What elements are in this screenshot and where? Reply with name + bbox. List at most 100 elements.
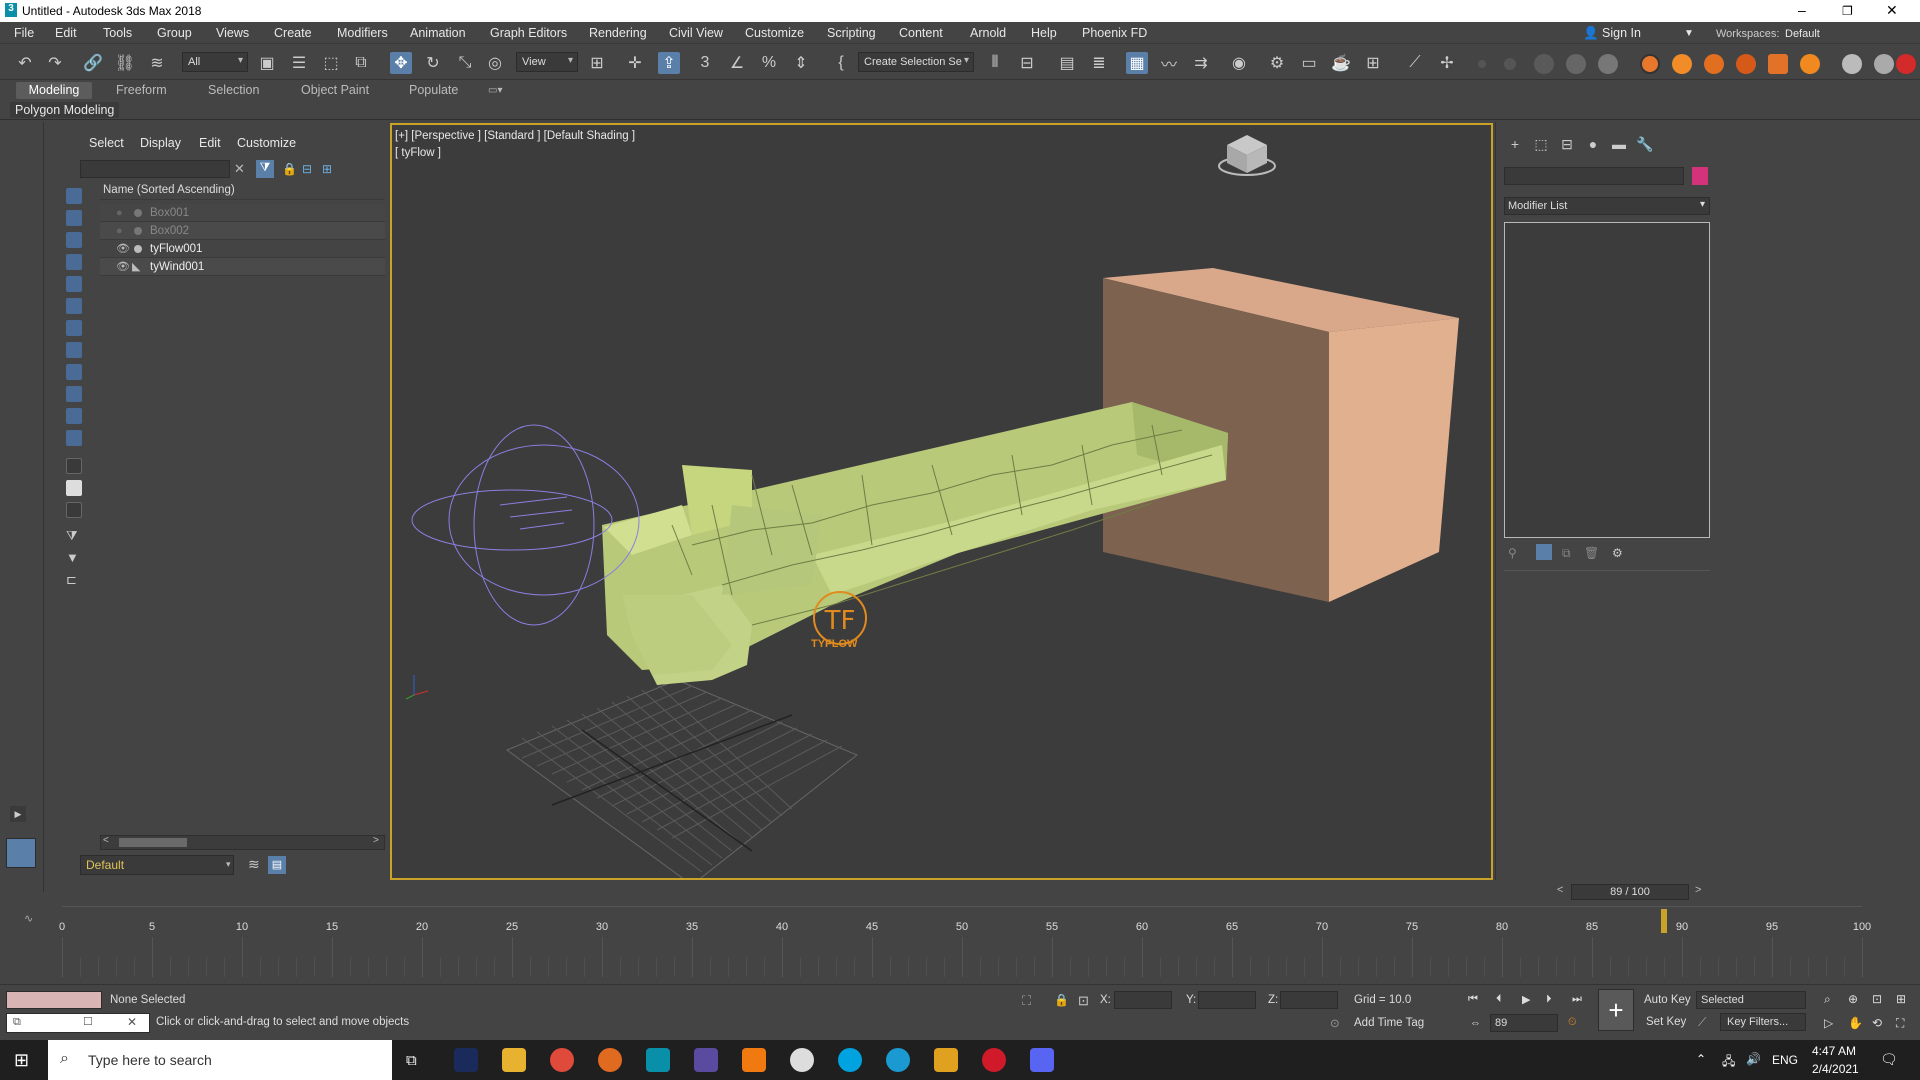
sphere-icon[interactable] bbox=[1566, 54, 1586, 74]
motion-tab-icon[interactable]: ● bbox=[1584, 136, 1602, 154]
globe-icon[interactable] bbox=[1842, 54, 1862, 74]
plus-tool-icon[interactable]: ✢ bbox=[1436, 52, 1458, 74]
show-end-result-icon[interactable] bbox=[1536, 544, 1552, 560]
isolate-icon[interactable]: ⛶ bbox=[1022, 993, 1031, 1009]
pan-icon[interactable]: ✋ bbox=[1848, 1016, 1863, 1030]
renderable-icon[interactable] bbox=[134, 245, 142, 253]
skype-icon[interactable] bbox=[838, 1048, 862, 1072]
task-view-icon[interactable]: ⧉ bbox=[406, 1052, 417, 1069]
ribbon-tab-freeform[interactable]: Freeform bbox=[110, 82, 173, 99]
pin-stack-icon[interactable]: ⚲ bbox=[1508, 546, 1517, 560]
ribbon-tab-populate[interactable]: Populate bbox=[403, 82, 464, 99]
menu-customize[interactable]: Customize bbox=[745, 26, 804, 40]
lock-icon[interactable]: 🔒 bbox=[282, 162, 297, 176]
pivot-center-icon[interactable]: ⊞ bbox=[586, 52, 608, 74]
menu-help[interactable]: Help bbox=[1031, 26, 1057, 40]
make-unique-icon[interactable]: ⧉ bbox=[1562, 546, 1571, 561]
named-selection-set-dropdown[interactable]: Create Selection Se bbox=[858, 52, 974, 72]
sphere-small-icon[interactable] bbox=[1504, 58, 1516, 70]
material-editor-icon[interactable]: ◉ bbox=[1228, 52, 1250, 74]
menu-group[interactable]: Group bbox=[157, 26, 192, 40]
mirror-icon[interactable]: ⫴ bbox=[984, 52, 1006, 74]
undo-icon[interactable]: ↶ bbox=[14, 52, 36, 74]
menu-modifiers[interactable]: Modifiers bbox=[337, 26, 388, 40]
x-coordinate-field[interactable] bbox=[1114, 991, 1172, 1009]
sphere-icon[interactable] bbox=[1534, 54, 1554, 74]
display-containers-icon[interactable] bbox=[66, 386, 82, 402]
menu-create[interactable]: Create bbox=[274, 26, 312, 40]
go-to-start-icon[interactable]: ⏮ bbox=[1468, 993, 1478, 1006]
menu-phoenix-fd[interactable]: Phoenix FD bbox=[1082, 26, 1147, 40]
scrollbar-thumb[interactable] bbox=[119, 838, 187, 847]
spinner-snap-icon[interactable]: ⇕ bbox=[790, 52, 812, 74]
next-frame-icon[interactable]: > bbox=[1695, 884, 1701, 896]
zoom-icon[interactable]: ⌕ bbox=[1824, 992, 1831, 1007]
minimize-button[interactable]: – bbox=[1798, 2, 1806, 18]
create-tab-icon[interactable]: + bbox=[1506, 136, 1524, 154]
clear-search-icon[interactable]: ✕ bbox=[234, 161, 245, 177]
visibility-icon[interactable]: ● bbox=[116, 204, 123, 222]
display-shapes-icon[interactable] bbox=[66, 210, 82, 226]
select-and-move-icon[interactable]: ✥ bbox=[390, 52, 412, 74]
chevron-down-icon[interactable]: ▾ bbox=[226, 859, 231, 870]
select-and-place-icon[interactable]: ◎ bbox=[484, 52, 506, 74]
clock-date[interactable]: 2/4/2021 bbox=[1812, 1062, 1859, 1076]
schematic-view-icon[interactable]: ⇉ bbox=[1190, 52, 1212, 74]
layer-explorer-icon[interactable]: ▤ bbox=[268, 856, 286, 874]
chevron-down-icon[interactable]: ▼ bbox=[1684, 28, 1694, 39]
timeline-ruler[interactable]: 0 5 10 15 20 25 30 35 40 45 50 55 60 65 70 75 80 85 90 95 10… bbox=[59, 906, 1871, 977]
firefox-icon[interactable] bbox=[598, 1048, 622, 1072]
configure-sets-icon[interactable]: ⚙ bbox=[1612, 546, 1623, 560]
object-name-input[interactable] bbox=[1504, 167, 1684, 185]
volume-icon[interactable]: 🔊 bbox=[1746, 1052, 1761, 1066]
modify-tab-icon[interactable]: ⬚ bbox=[1532, 136, 1550, 154]
scene-tab-select[interactable]: Select bbox=[89, 136, 124, 150]
key-mode-dropdown[interactable]: Selected bbox=[1696, 991, 1806, 1009]
scene-search-input[interactable] bbox=[80, 160, 230, 178]
selection-filter-dropdown[interactable]: All bbox=[182, 52, 248, 72]
display-xrefs-icon[interactable] bbox=[66, 342, 82, 358]
snaps-toggle-icon[interactable]: 3 bbox=[694, 52, 716, 74]
key-filters-button[interactable]: Key Filters... bbox=[1720, 1013, 1806, 1031]
list-item[interactable]: ● Box001 bbox=[100, 204, 385, 222]
orbit-icon[interactable]: ⟲ bbox=[1872, 1016, 1882, 1030]
menu-civil-view[interactable]: Civil View bbox=[669, 26, 723, 40]
scroll-left-icon[interactable]: < bbox=[103, 835, 109, 846]
eye-icon[interactable]: 👁 bbox=[116, 240, 130, 258]
wind-icon[interactable]: ◣ bbox=[132, 258, 140, 276]
language-indicator[interactable]: ENG bbox=[1772, 1053, 1798, 1067]
previous-frame-icon[interactable]: ⏴ bbox=[1496, 993, 1502, 1006]
renderable-icon[interactable] bbox=[134, 209, 142, 217]
auto-key-button[interactable]: Auto Key bbox=[1644, 994, 1691, 1006]
layer-explorer-icon[interactable]: ≣ bbox=[1088, 52, 1110, 74]
curve-editor-mini-icon[interactable]: ∿ bbox=[24, 912, 33, 925]
edit-named-selection-icon[interactable]: { bbox=[830, 52, 852, 74]
hierarchy-tab-icon[interactable]: ⊟ bbox=[1558, 136, 1576, 154]
select-object-icon[interactable]: ▣ bbox=[256, 52, 278, 74]
prev-frame-icon[interactable]: < bbox=[1557, 884, 1563, 896]
edge-icon[interactable] bbox=[886, 1048, 910, 1072]
viewcube[interactable] bbox=[1218, 135, 1276, 176]
arnold-tool-icon[interactable]: ⟋ bbox=[1404, 52, 1426, 74]
file-explorer-icon[interactable] bbox=[502, 1048, 526, 1072]
y-coordinate-field[interactable] bbox=[1198, 991, 1256, 1009]
key-mode-icon[interactable]: ⇔ bbox=[1470, 1017, 1481, 1029]
display-hidden-icon[interactable] bbox=[66, 430, 82, 446]
rectangular-selection-icon[interactable]: ⬚ bbox=[320, 52, 342, 74]
tray-chevron-icon[interactable]: ⌃ bbox=[1696, 1052, 1706, 1066]
opera-icon[interactable] bbox=[982, 1048, 1006, 1072]
render-in-cloud-icon[interactable]: ⊞ bbox=[1362, 52, 1384, 74]
list-item[interactable]: ● Box002 bbox=[100, 222, 385, 240]
redo-icon[interactable]: ↷ bbox=[44, 52, 66, 74]
layers-icon[interactable]: ≋ bbox=[248, 856, 260, 873]
ribbon-tab-modeling[interactable]: Modeling bbox=[16, 82, 92, 99]
maxscript-mini-listener[interactable] bbox=[6, 991, 102, 1009]
list-item[interactable]: 👁 tyFlow001 bbox=[100, 240, 385, 258]
go-to-end-icon[interactable]: ⏭ bbox=[1572, 993, 1582, 1006]
find-icon[interactable]: ⊏ bbox=[66, 572, 77, 588]
zoom-extents-icon[interactable]: ⊡ bbox=[1872, 992, 1882, 1006]
curve-editor-icon[interactable]: 〰 bbox=[1158, 52, 1180, 74]
layer-hierarchy-icon[interactable]: ⊞ bbox=[322, 162, 332, 176]
display-helpers-icon[interactable] bbox=[66, 276, 82, 292]
notifications-icon[interactable]: 🗨 bbox=[1880, 1051, 1898, 1068]
